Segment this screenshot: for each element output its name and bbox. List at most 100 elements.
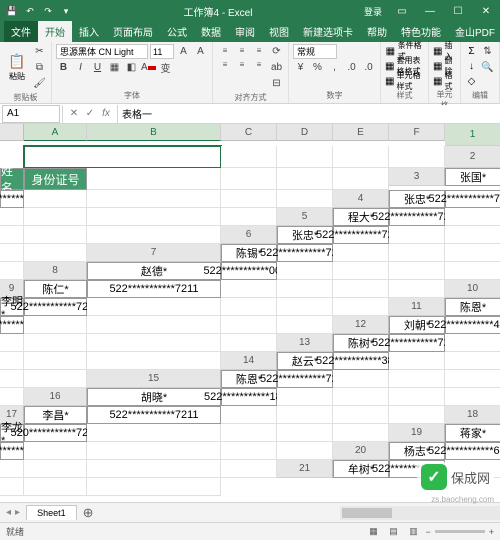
align-middle-icon[interactable]: ≡	[234, 44, 250, 57]
cell-A3[interactable]: 张国*	[445, 168, 500, 186]
cell-B17[interactable]: 522***********7211	[87, 406, 221, 424]
tab-home[interactable]: 开始	[38, 21, 72, 42]
autosum-button[interactable]: Σ	[465, 44, 478, 58]
row-header-8[interactable]: 8	[24, 262, 87, 280]
cell-E13[interactable]	[24, 352, 87, 370]
cell-B19[interactable]: 522***********7220	[0, 442, 24, 460]
cell-D7[interactable]	[389, 244, 445, 262]
row-header-20[interactable]: 20	[333, 442, 389, 460]
tab-formula[interactable]: 公式	[160, 21, 194, 42]
row-header-5[interactable]: 5	[277, 208, 333, 226]
redo-icon[interactable]: ↷	[42, 5, 54, 17]
cell-C1[interactable]	[221, 146, 277, 168]
tab-nav-prev-icon[interactable]: ◂	[6, 507, 11, 518]
cell-A17[interactable]: 李昌*	[24, 406, 87, 424]
cell-F17[interactable]	[389, 406, 445, 424]
cell-A16[interactable]: 胡晓*	[87, 388, 221, 406]
percent-icon[interactable]: %	[310, 60, 325, 75]
shrink-font-icon[interactable]: A	[193, 44, 208, 59]
sheet-tab[interactable]: Sheet1	[26, 505, 77, 520]
cell-E5[interactable]	[24, 226, 87, 244]
cell-D2[interactable]	[221, 168, 277, 190]
font-color-icon[interactable]: A	[141, 60, 156, 75]
cell-D11[interactable]	[87, 316, 221, 334]
cell-F15[interactable]	[0, 388, 24, 406]
cell-B16[interactable]: 522***********1845	[221, 388, 277, 406]
cell-C5[interactable]	[445, 208, 500, 226]
cell-C8[interactable]	[277, 262, 333, 280]
maximize-icon[interactable]: ☐	[444, 0, 472, 22]
cell-B7[interactable]: 522***********7210	[277, 244, 333, 262]
undo-icon[interactable]: ↶	[24, 5, 36, 17]
cell-F16[interactable]	[445, 388, 500, 406]
name-box[interactable]: A1	[2, 105, 60, 123]
row-header-16[interactable]: 16	[24, 388, 87, 406]
tab-new[interactable]: 新建选项卡	[296, 21, 360, 42]
cell-E1[interactable]	[333, 146, 389, 168]
cell-D17[interactable]	[277, 406, 333, 424]
cell-D9[interactable]	[277, 280, 333, 298]
row-header-14[interactable]: 14	[221, 352, 277, 370]
cell-F20[interactable]	[221, 460, 277, 478]
cell-E15[interactable]	[445, 370, 500, 388]
cell-E7[interactable]	[445, 244, 500, 262]
cell-D13[interactable]	[0, 352, 24, 370]
cell-D14[interactable]	[445, 352, 500, 370]
cell-B4[interactable]: 522***********7211	[445, 190, 500, 208]
comma-icon[interactable]: ,	[327, 60, 342, 75]
cell-C19[interactable]	[24, 442, 87, 460]
tab-pdf[interactable]: 金山PDF	[448, 21, 500, 42]
cell-C11[interactable]	[24, 316, 87, 334]
cell-F12[interactable]	[221, 334, 277, 352]
cell-B15[interactable]: 522***********7217	[277, 370, 333, 388]
col-header-C[interactable]: C	[221, 124, 277, 141]
align-center-icon[interactable]: ≡	[234, 58, 250, 71]
cell-F3[interactable]	[277, 190, 333, 208]
tab-insert[interactable]: 插入	[72, 21, 106, 42]
row-header-6[interactable]: 6	[221, 226, 277, 244]
cell-B10[interactable]: 522***********7225	[24, 298, 87, 316]
italic-button[interactable]: I	[73, 60, 88, 75]
col-header-D[interactable]: D	[277, 124, 333, 141]
save-icon[interactable]: 💾	[6, 5, 18, 17]
cell-F19[interactable]	[277, 442, 333, 460]
col-header-B[interactable]: B	[87, 124, 221, 141]
currency-icon[interactable]: ¥	[293, 60, 308, 75]
font-name-select[interactable]: 思源黑体 CN Light	[56, 44, 148, 59]
cell-D6[interactable]	[445, 226, 500, 244]
cell-C2[interactable]	[87, 168, 221, 190]
cell-B2[interactable]: 身份证号	[24, 168, 87, 190]
cell-D5[interactable]	[0, 226, 24, 244]
cell-E3[interactable]	[221, 190, 277, 208]
cell-D1[interactable]	[277, 146, 333, 168]
cell-D21[interactable]	[0, 478, 24, 496]
cell-C4[interactable]	[0, 208, 24, 226]
cell-C10[interactable]	[87, 298, 221, 316]
cell-F1[interactable]	[389, 146, 445, 168]
cell-F21[interactable]	[87, 478, 221, 496]
cell-E18[interactable]	[277, 424, 333, 442]
minimize-icon[interactable]: —	[416, 0, 444, 22]
select-all-corner[interactable]	[0, 124, 24, 141]
cell-F18[interactable]	[333, 424, 389, 442]
tab-help[interactable]: 帮助	[360, 21, 394, 42]
format-painter-icon[interactable]: 🖌	[32, 76, 47, 91]
page-layout-view-icon[interactable]: ▤	[385, 526, 401, 538]
cell-B6[interactable]: 522***********7213	[333, 226, 389, 244]
cell-D20[interactable]	[24, 460, 87, 478]
page-break-view-icon[interactable]: ▥	[405, 526, 421, 538]
row-header-10[interactable]: 10	[445, 280, 500, 298]
row-header-12[interactable]: 12	[333, 316, 389, 334]
cell-C18[interactable]	[87, 424, 221, 442]
formula-input[interactable]: 表格一	[118, 105, 500, 123]
align-left-icon[interactable]: ≡	[217, 58, 233, 71]
cell-E17[interactable]	[333, 406, 389, 424]
cell-B13[interactable]: 522***********7212	[389, 334, 445, 352]
fill-color-icon[interactable]: ◧	[124, 60, 139, 75]
cell-F6[interactable]	[24, 244, 87, 262]
cell-B5[interactable]: 522***********7241	[389, 208, 445, 226]
qat-dropdown-icon[interactable]: ▾	[60, 5, 72, 17]
cell-A11[interactable]: 陈恩*	[445, 298, 500, 316]
cell-C7[interactable]	[333, 244, 389, 262]
grow-font-icon[interactable]: A	[176, 44, 191, 59]
